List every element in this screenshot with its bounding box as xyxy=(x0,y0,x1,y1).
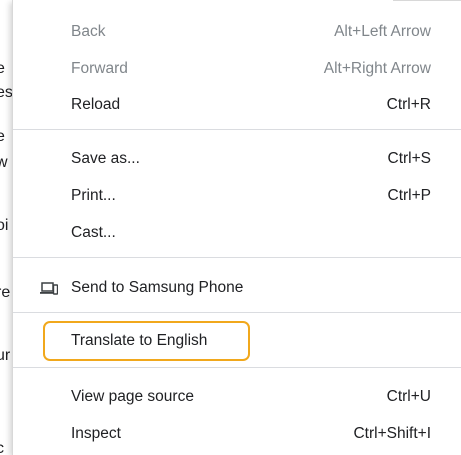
page-text-fragment: oi xyxy=(0,217,9,234)
menu-item-inspect[interactable]: Inspect Ctrl+Shift+I xyxy=(13,416,461,452)
menu-item-shortcut: Ctrl+S xyxy=(387,150,432,167)
page-text-fragment: es xyxy=(0,84,13,101)
menu-item-label: Save as... xyxy=(71,150,140,167)
menu-item-shortcut: Ctrl+U xyxy=(386,388,431,405)
browser-page: e es e w oi re ur c Back Alt+Left Arrow … xyxy=(0,0,461,455)
menu-item-back[interactable]: Back Alt+Left Arrow xyxy=(13,14,461,50)
menu-item-label: Reload xyxy=(71,96,121,113)
menu-item-shortcut: Alt+Left Arrow xyxy=(334,23,431,40)
page-text-fragment: re xyxy=(0,284,11,301)
page-text-fragment: e xyxy=(0,60,5,77)
menu-item-shortcut: Ctrl+P xyxy=(387,187,432,204)
menu-separator xyxy=(13,312,461,313)
page-text-fragment: e xyxy=(0,128,5,145)
menu-item-cast[interactable]: Cast... xyxy=(13,215,461,251)
menu-item-forward[interactable]: Forward Alt+Right Arrow xyxy=(13,51,461,87)
menu-item-view-source[interactable]: View page source Ctrl+U xyxy=(13,379,461,415)
menu-item-shortcut: Ctrl+Shift+I xyxy=(353,425,431,442)
menu-item-shortcut: Ctrl+R xyxy=(386,96,431,113)
device-icon xyxy=(40,282,58,295)
menu-item-shortcut: Alt+Right Arrow xyxy=(323,60,431,77)
context-menu: Back Alt+Left Arrow Forward Alt+Right Ar… xyxy=(12,0,461,455)
menu-item-label: Cast... xyxy=(71,224,116,241)
menu-separator xyxy=(13,367,461,368)
menu-item-label: Inspect xyxy=(71,425,121,442)
menu-item-label: View page source xyxy=(71,388,194,405)
menu-item-label: Send to Samsung Phone xyxy=(71,279,244,296)
page-text-fragment: w xyxy=(0,154,8,171)
menu-item-send-to-device[interactable]: Send to Samsung Phone xyxy=(13,270,461,306)
menu-item-label: Forward xyxy=(71,60,128,77)
page-text-fragment: c xyxy=(0,440,4,455)
menu-item-print[interactable]: Print... Ctrl+P xyxy=(13,178,461,214)
translate-highlight-outline xyxy=(43,321,250,361)
page-text-fragment: ur xyxy=(0,347,11,364)
menu-separator xyxy=(13,129,461,130)
menu-item-label: Print... xyxy=(71,187,116,204)
menu-item-label: Back xyxy=(71,23,106,40)
menu-top-edge xyxy=(393,0,461,1)
menu-separator xyxy=(13,257,461,258)
menu-item-save-as[interactable]: Save as... Ctrl+S xyxy=(13,141,461,177)
menu-item-reload[interactable]: Reload Ctrl+R xyxy=(13,87,461,123)
